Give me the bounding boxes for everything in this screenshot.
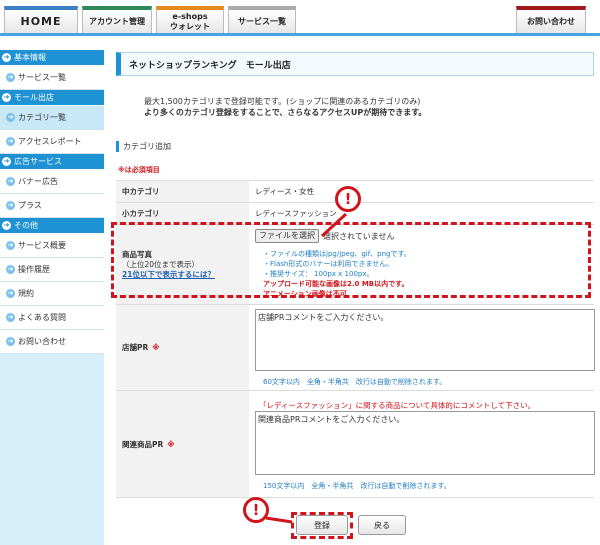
submit-button[interactable]: 登録 <box>296 515 348 535</box>
notice: 最大1,500カテゴリまで登録可能です。(ショップに関連のあるカテゴリのみ) よ… <box>144 96 564 118</box>
sidebar-item-label: サービス一覧 <box>18 73 66 82</box>
sidebar-item-label: サービス概要 <box>18 241 66 250</box>
exclamation-icon: ! <box>335 186 361 212</box>
sidebar-item-access-report[interactable]: ➜ アクセスレポート <box>0 130 104 154</box>
product-photo-label: 商品写真 <box>122 249 152 259</box>
arrow-right-icon: ➜ <box>6 137 15 146</box>
hint-flash: ・Flash形式のバナーは利用できません。 <box>263 260 394 268</box>
tab-service-list[interactable]: サービス一覧 <box>228 6 296 33</box>
notice-line1: 最大1,500カテゴリまで登録可能です。(ショップに関連のあるカテゴリのみ) <box>144 97 421 106</box>
sidebar-item-label: よくある質問 <box>18 313 66 322</box>
sidebar-item-label: 規約 <box>18 289 34 298</box>
tab-eshops-wallet[interactable]: e-shops ウォレット <box>156 6 224 33</box>
sidebar: ➜ 基本情報 ➜ サービス一覧 ➜ モール出店 ➜ カテゴリ一覧 ➜ アクセスレポート ➜… <box>0 50 104 545</box>
arrow-right-icon: ➜ <box>2 221 11 230</box>
small-category-label: 小カテゴリ <box>116 203 249 224</box>
photo-hints: ・ファイルの種類はjpg/jpeg、gif、pngです。 ・Flash形式のバナ… <box>263 249 411 299</box>
sidebar-head-other[interactable]: ➜ その他 <box>0 218 104 234</box>
sidebar-head-mall[interactable]: ➜ モール出店 <box>0 90 104 106</box>
sidebar-item-label: カテゴリ一覧 <box>18 113 66 122</box>
warn-animation: アニメーション画像は不可 <box>263 290 347 298</box>
shop-pr-textarea[interactable]: 店舗PRコメントをご入力ください。 <box>255 309 595 371</box>
sidebar-head-ads[interactable]: ➜ 広告サービス <box>0 154 104 170</box>
hint-size: ・推奨サイズ： 100px x 100px。 <box>263 270 374 278</box>
product-pr-label-cell: 関連商品PR ※ <box>116 391 249 497</box>
arrow-right-icon: ➜ <box>6 113 15 122</box>
sidebar-head-basic[interactable]: ➜ 基本情報 <box>0 50 104 66</box>
arrow-right-icon: ➜ <box>6 73 15 82</box>
arrow-right-icon: ➜ <box>6 289 15 298</box>
row-product-pr: 関連商品PR ※ 「レディースファッション」に関する商品について具体的にコメントし… <box>116 390 595 498</box>
product-pr-count: 150文字以内 全角・半角共 改行は自動で削除されます。 <box>263 482 451 490</box>
sidebar-item-contact[interactable]: ➜ お問い合わせ <box>0 330 104 354</box>
product-pr-value: 「レディースファッション」に関する商品について具体的にコメントして下さい。 関連… <box>249 391 595 497</box>
sidebar-item-label: プラス <box>18 201 42 210</box>
required-mark: ※ <box>167 439 175 449</box>
hint-file-types: ・ファイルの種類はjpg/jpeg、gif、pngです。 <box>263 250 411 258</box>
product-pr-label: 関連商品PR <box>122 439 164 449</box>
arrow-right-icon: ➜ <box>6 265 15 274</box>
sidebar-item-label: アクセスレポート <box>18 137 82 146</box>
top-navigation: HOME アカウント管理 e-shops ウォレット サービス一覧 お問い合わせ <box>0 0 600 36</box>
sidebar-item-label: 操作履歴 <box>18 265 50 274</box>
shop-pr-count: 60文字以内 全角・半角共 改行は自動で削除されます。 <box>263 378 447 386</box>
sidebar-head-label: モール出店 <box>14 93 54 102</box>
tab-eshops-line2: ウォレット <box>170 21 210 31</box>
row-shop-pr: 店舗PR ※ 店舗PRコメントをご入力ください。 60文字以内 全角・半角共 改行… <box>116 304 595 390</box>
middle-category-value: レディース・女性 <box>255 187 315 196</box>
middle-category-label: 中カテゴリ <box>116 181 249 202</box>
sidebar-item-category-list[interactable]: ➜ カテゴリ一覧 <box>0 106 104 130</box>
tab-account-management[interactable]: アカウント管理 <box>82 6 152 33</box>
product-pr-textarea[interactable]: 関連商品PRコメントをご入力ください。 <box>255 411 595 475</box>
shop-pr-value: 店舗PRコメントをご入力ください。 60文字以内 全角・半角共 改行は自動で削除… <box>249 305 595 390</box>
sidebar-item-service-overview[interactable]: ➜ サービス概要 <box>0 234 104 258</box>
sidebar-head-label: その他 <box>14 221 38 230</box>
arrow-right-icon: ➜ <box>6 177 15 186</box>
sidebar-item-service-list[interactable]: ➜ サービス一覧 <box>0 66 104 90</box>
arrow-right-icon: ➜ <box>6 241 15 250</box>
sidebar-item-banner[interactable]: ➜ バナー広告 <box>0 170 104 194</box>
sidebar-item-terms[interactable]: ➜ 規約 <box>0 282 104 306</box>
shop-pr-label-cell: 店舗PR ※ <box>116 305 249 390</box>
product-pr-notice: 「レディースファッション」に関する商品について具体的にコメントして下さい。 <box>259 401 536 410</box>
arrow-right-icon: ➜ <box>2 53 11 62</box>
product-photo-sub: （上位20位まで表示） <box>122 259 200 269</box>
tab-contact[interactable]: お問い合わせ <box>516 6 586 33</box>
arrow-right-icon: ➜ <box>6 201 15 210</box>
tab-eshops-line1: e-shops <box>172 11 208 21</box>
sidebar-item-label: お問い合わせ <box>18 337 66 346</box>
small-category-value: レディースファッション <box>255 209 337 218</box>
notice-line2: より多くのカテゴリ登録をすることで、さらなるアクセスUPが期待できます。 <box>144 108 427 117</box>
sidebar-head-label: 基本情報 <box>14 53 46 62</box>
product-photo-value: ファイルを選択 選択されていません ・ファイルの種類はjpg/jpeg、gif、… <box>249 225 594 304</box>
sidebar-item-history[interactable]: ➜ 操作履歴 <box>0 258 104 282</box>
required-mark: ※ <box>152 343 160 352</box>
sidebar-item-plus[interactable]: ➜ プラス <box>0 194 104 218</box>
warn-max-size: アップロード可能な画像は2.0 MB以内です。 <box>263 280 409 288</box>
page-title: ネットショップランキング モール出店 <box>116 52 594 76</box>
sidebar-head-label: 広告サービス <box>14 157 62 166</box>
back-button[interactable]: 戻る <box>358 515 406 535</box>
section-title: カテゴリ追加 <box>116 141 171 152</box>
shop-pr-label: 店舗PR <box>122 343 149 352</box>
arrow-right-icon: ➜ <box>2 93 11 102</box>
arrow-right-icon: ➜ <box>2 157 11 166</box>
file-none-text: 選択されていません <box>323 232 395 241</box>
exclamation-icon: ! <box>243 497 269 523</box>
tab-home[interactable]: HOME <box>4 6 78 33</box>
sidebar-item-label: バナー広告 <box>18 177 58 186</box>
product-photo-label-cell: 商品写真 （上位20位まで表示） 21位以下で表示するには？ <box>116 225 249 304</box>
arrow-right-icon: ➜ <box>6 337 15 346</box>
arrow-right-icon: ➜ <box>6 313 15 322</box>
sidebar-item-faq[interactable]: ➜ よくある質問 <box>0 306 104 330</box>
required-note: ※は必須項目 <box>118 166 160 174</box>
main-content: ネットショップランキング モール出店 最大1,500カテゴリまで登録可能です。(… <box>104 40 600 545</box>
file-select-button[interactable]: ファイルを選択 <box>255 229 319 243</box>
row-product-photo: 商品写真 （上位20位まで表示） 21位以下で表示するには？ ファイルを選択 選… <box>116 224 594 304</box>
product-photo-help-link[interactable]: 21位以下で表示するには？ <box>122 270 215 280</box>
